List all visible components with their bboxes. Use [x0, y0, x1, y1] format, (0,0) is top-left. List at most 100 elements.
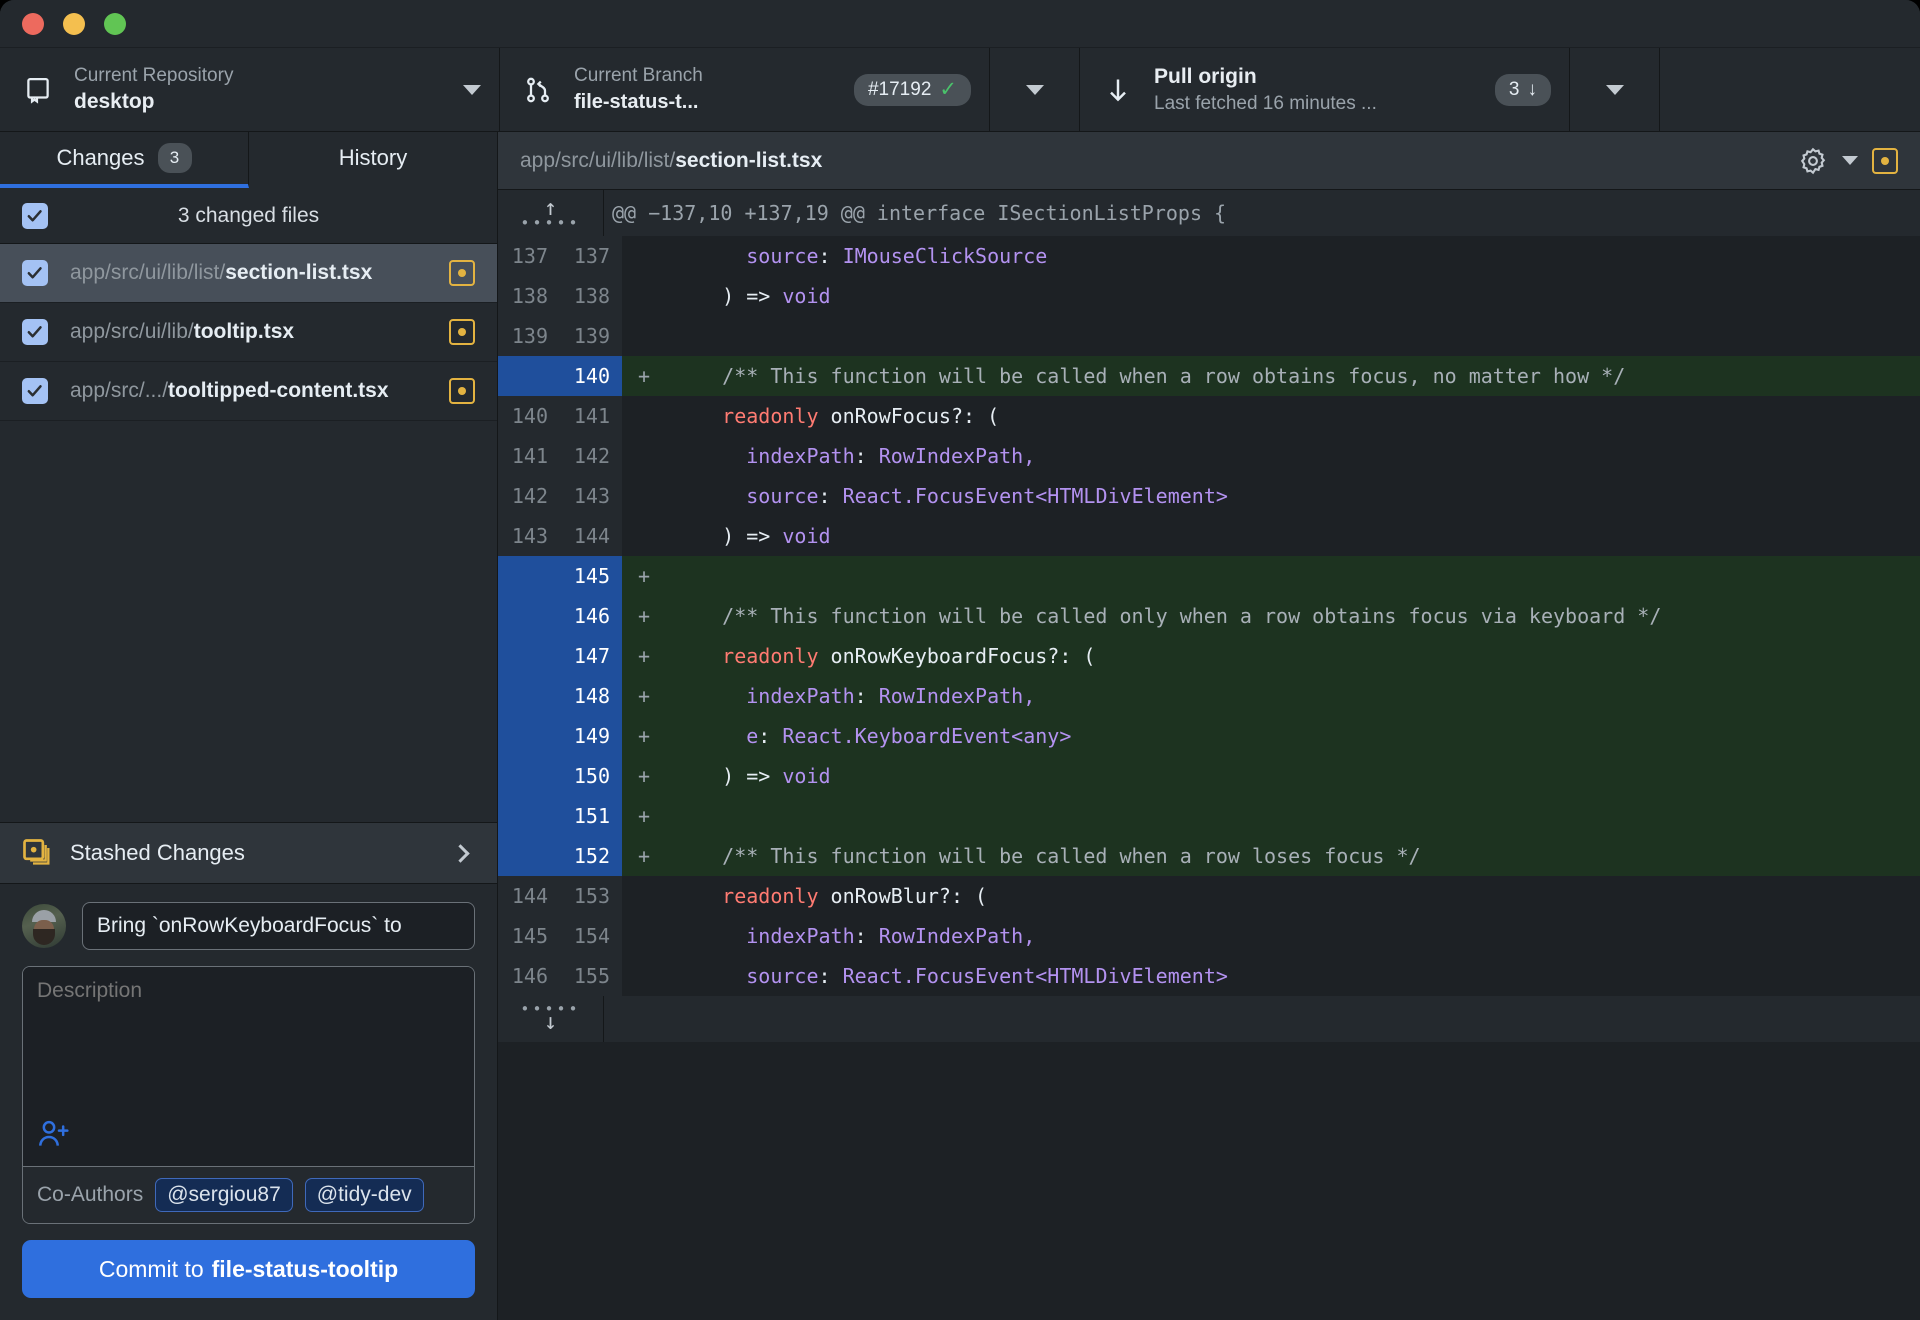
- diff-line-added[interactable]: 149 + e: React.KeyboardEvent<any>: [498, 716, 1920, 756]
- branch-dropdown-button[interactable]: [990, 48, 1080, 131]
- close-button[interactable]: [22, 12, 44, 35]
- old-line-number: 145: [498, 916, 560, 956]
- coauthor-chip[interactable]: @sergiou87: [155, 1178, 293, 1212]
- zoom-button[interactable]: [104, 12, 126, 35]
- old-line-number: 144: [498, 876, 560, 916]
- pr-check-icon: ✓: [939, 78, 957, 101]
- modified-status-icon: [1872, 147, 1898, 174]
- expand-up-button[interactable]: ↑ •••••: [498, 190, 604, 236]
- old-line-number: [498, 716, 560, 756]
- new-line-number: 152: [560, 836, 622, 876]
- diff-code: /** This function will be called when a …: [674, 364, 1626, 388]
- modified-status-icon: [449, 260, 475, 286]
- diff-code: ) => void: [674, 284, 831, 308]
- chevron-down-icon: [1025, 84, 1044, 95]
- commit-button-prefix: Commit to: [98, 1255, 204, 1282]
- coauthor-chip[interactable]: @tidy-dev: [304, 1178, 424, 1212]
- commit-button-branch: file-status-tooltip: [211, 1255, 399, 1282]
- diff-marker: +: [637, 764, 651, 788]
- file-checkbox[interactable]: [22, 260, 48, 286]
- diff-line-added[interactable]: 152 + /** This function will be called wh…: [498, 836, 1920, 876]
- commit-description-input[interactable]: [23, 967, 474, 1119]
- file-dir: app/src/.../: [70, 379, 169, 402]
- file-checkbox[interactable]: [22, 319, 48, 345]
- diff-line-context: 144 153 readonly onRowBlur?: (: [498, 876, 1920, 916]
- diff-marker: [622, 476, 666, 516]
- diff-code: /** This function will be called when a …: [674, 844, 1421, 868]
- commit-button[interactable]: Commit to file-status-tooltip: [22, 1240, 475, 1298]
- diff-code: [666, 796, 1920, 836]
- pr-badge[interactable]: #17192 ✓: [853, 73, 971, 106]
- current-branch-button[interactable]: Current Branch file-status-t... #17192 ✓: [500, 48, 990, 131]
- expand-down-button[interactable]: ••••• ↓: [498, 996, 604, 1042]
- diff-line-added[interactable]: 148 + indexPath: RowIndexPath,: [498, 676, 1920, 716]
- commit-form: Co-Authors @sergiou87 @tidy-dev Commit t…: [0, 884, 497, 1320]
- diff-code: source: React.FocusEvent<HTMLDivElement>: [746, 484, 1228, 508]
- file-row-tooltipped-content[interactable]: app/src/.../tooltipped-content.tsx: [0, 362, 497, 421]
- file-row-tooltip[interactable]: app/src/ui/lib/tooltip.tsx: [0, 303, 497, 362]
- app-body: Changes 3 History 3 changed files app/sr…: [0, 132, 1920, 1320]
- chevron-down-icon[interactable]: [1842, 156, 1858, 165]
- new-line-number: 155: [560, 956, 622, 996]
- arrow-down-icon: ↓: [543, 1010, 558, 1035]
- new-line-number: 145: [560, 556, 622, 596]
- old-line-number: [498, 636, 560, 676]
- diff-line-context: 146 155 source: React.FocusEvent<HTMLDivE…: [498, 956, 1920, 996]
- diff-marker: +: [637, 364, 651, 388]
- commit-summary-input[interactable]: [82, 902, 475, 950]
- diff-code: indexPath: RowIndexPath,: [746, 684, 1036, 708]
- old-line-number: 142: [498, 476, 560, 516]
- gear-icon[interactable]: [1798, 146, 1828, 176]
- old-line-number: [498, 356, 560, 396]
- old-line-number: 140: [498, 396, 560, 436]
- current-repository-button[interactable]: Current Repository desktop: [0, 48, 500, 131]
- diff-line-context: 141 142 indexPath: RowIndexPath,: [498, 436, 1920, 476]
- diff-line-added[interactable]: 150 + ) => void: [498, 756, 1920, 796]
- new-line-number: 154: [560, 916, 622, 956]
- file-row-section-list[interactable]: app/src/ui/lib/list/section-list.tsx: [0, 244, 497, 303]
- branch-icon: [518, 76, 558, 104]
- old-line-number: 141: [498, 436, 560, 476]
- new-line-number: 153: [560, 876, 622, 916]
- diff-marker: [622, 916, 666, 956]
- tab-history-label: History: [338, 145, 408, 170]
- pull-origin-button[interactable]: Pull origin Last fetched 16 minutes ... …: [1080, 48, 1570, 131]
- diff-code: readonly onRowBlur?: (: [722, 884, 988, 908]
- minimize-button[interactable]: [63, 12, 85, 35]
- diff-code: readonly onRowKeyboardFocus?: (: [722, 644, 1096, 668]
- diff-line-added[interactable]: 147 + readonly onRowKeyboardFocus?: (: [498, 636, 1920, 676]
- hunk-header-text: @@ −137,10 +137,19 @@ interface ISection…: [612, 201, 1227, 225]
- diff-line-added[interactable]: 140 + /** This function will be called wh…: [498, 356, 1920, 396]
- diff-line-added[interactable]: 146 + /** This function will be called on…: [498, 596, 1920, 636]
- diff-code: source: IMouseClickSource: [746, 244, 1048, 268]
- add-person-icon[interactable]: [37, 1119, 71, 1149]
- stashed-changes-row[interactable]: Stashed Changes: [0, 822, 497, 884]
- diff-marker: +: [637, 564, 651, 588]
- diff-code: e: React.KeyboardEvent<any>: [746, 724, 1072, 748]
- sidebar: Changes 3 History 3 changed files app/sr…: [0, 132, 498, 1320]
- old-line-number: [498, 836, 560, 876]
- description-toolbar: [23, 1119, 474, 1166]
- diff-marker: [622, 516, 666, 556]
- tab-changes[interactable]: Changes 3: [0, 132, 249, 188]
- file-name: tooltip.tsx: [193, 320, 295, 343]
- repository-label: Current Repository: [74, 64, 234, 86]
- diff-marker: [622, 276, 666, 316]
- diff-line-context: 140 141 readonly onRowFocus?: (: [498, 396, 1920, 436]
- new-line-number: 151: [560, 796, 622, 836]
- diff-path-dir: app/src/ui/lib/list/: [520, 148, 676, 172]
- select-all-checkbox[interactable]: [22, 202, 48, 229]
- old-line-number: [498, 556, 560, 596]
- diff-line-context: 145 154 indexPath: RowIndexPath,: [498, 916, 1920, 956]
- stashed-changes-label: Stashed Changes: [70, 840, 245, 865]
- diff-marker: +: [637, 844, 651, 868]
- file-checkbox[interactable]: [22, 378, 48, 404]
- pull-dropdown-button[interactable]: [1570, 48, 1660, 131]
- diff-marker: +: [637, 804, 651, 828]
- old-line-number: [498, 676, 560, 716]
- tab-history[interactable]: History: [249, 132, 497, 188]
- diff-line-added[interactable]: 145 +: [498, 556, 1920, 596]
- new-line-number: 139: [560, 316, 622, 356]
- diff-line-context: 143 144 ) => void: [498, 516, 1920, 556]
- diff-line-added[interactable]: 151 +: [498, 796, 1920, 836]
